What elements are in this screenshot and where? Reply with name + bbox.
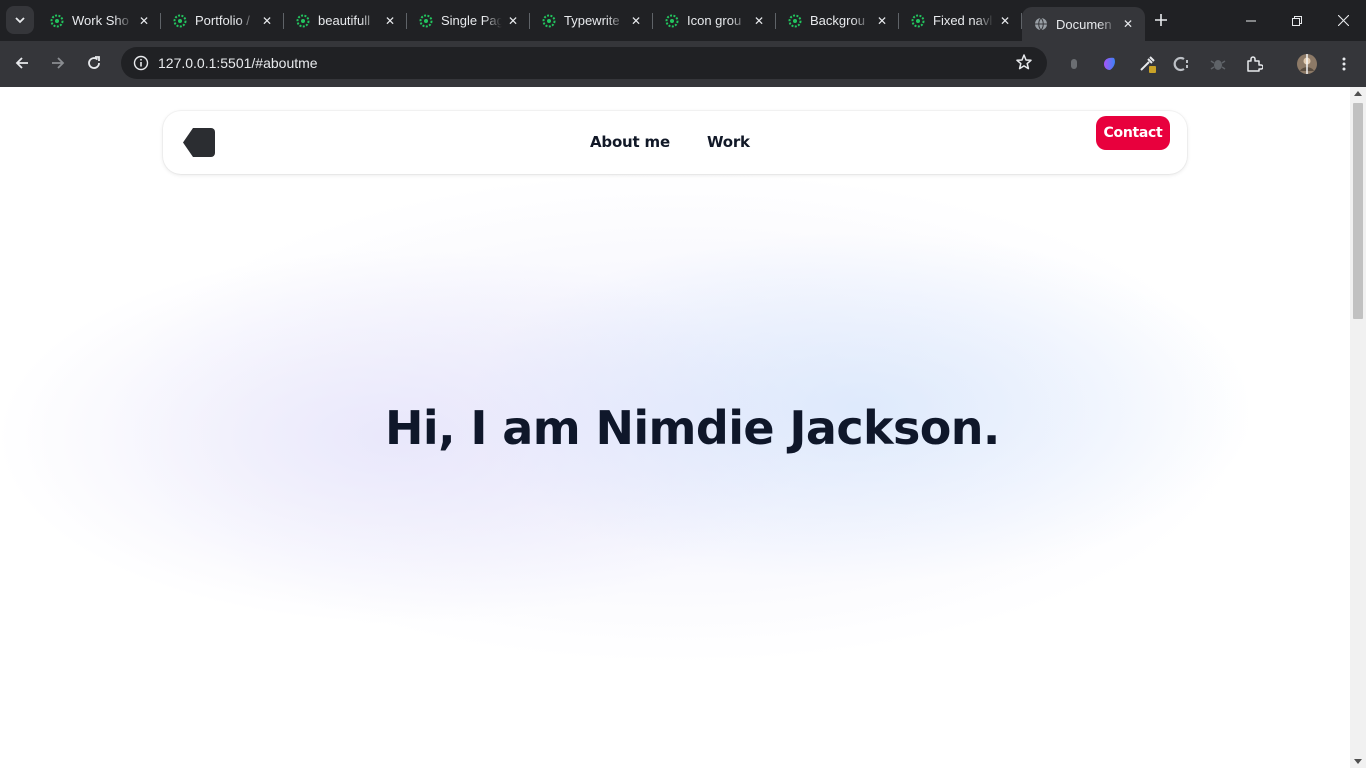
close-icon[interactable]: ✕ <box>625 10 647 32</box>
chevron-down-icon <box>15 17 25 24</box>
codepen-icon <box>665 14 679 28</box>
extension-eyedropper-icon[interactable] <box>1136 53 1158 75</box>
close-icon[interactable]: ✕ <box>133 10 155 32</box>
reload-icon <box>88 56 100 69</box>
tab-title: beautifull <box>318 13 371 28</box>
extensions-puzzle-icon[interactable] <box>1243 53 1265 75</box>
codepen-icon <box>788 14 802 28</box>
minimize-button[interactable] <box>1228 0 1274 41</box>
extension-gradient-icon[interactable] <box>1099 53 1121 75</box>
page-scrollbar[interactable] <box>1350 87 1366 768</box>
close-icon[interactable]: ✕ <box>502 10 524 32</box>
codepen-icon <box>542 14 556 28</box>
tab-search-button[interactable] <box>6 6 34 34</box>
brand-logo-icon[interactable] <box>181 128 215 157</box>
close-icon <box>1337 15 1349 26</box>
extension-c-icon[interactable] <box>1171 53 1193 75</box>
globe-icon <box>1034 17 1048 31</box>
profile-avatar[interactable] <box>1296 53 1318 75</box>
forward-button[interactable] <box>43 48 73 78</box>
tab-title: Backgrou <box>810 13 865 28</box>
restore-button[interactable] <box>1274 0 1320 41</box>
back-button[interactable] <box>7 48 37 78</box>
codepen-icon <box>911 14 925 28</box>
browser-tab[interactable]: Typewrite ✕ <box>530 0 653 41</box>
close-icon[interactable]: ✕ <box>256 10 278 32</box>
arrow-left-icon <box>15 57 28 69</box>
hero-heading: Hi, I am Nimdie Jackson. <box>385 401 1000 455</box>
close-icon[interactable]: ✕ <box>994 10 1016 32</box>
scrollbar-thumb[interactable] <box>1353 103 1363 319</box>
tab-title: Fixed navl <box>933 13 993 28</box>
codepen-icon <box>173 14 187 28</box>
plus-icon <box>1155 14 1167 26</box>
browser-tab-active[interactable]: Documen ✕ <box>1022 7 1145 41</box>
browser-tab[interactable]: Icon grou ✕ <box>653 0 776 41</box>
close-icon[interactable]: ✕ <box>748 10 770 32</box>
address-bar[interactable]: 127.0.0.1:5501/#aboutme <box>121 47 1047 79</box>
browser-tab[interactable]: Fixed navl ✕ <box>899 0 1022 41</box>
url-text: 127.0.0.1:5501/#aboutme <box>158 55 318 71</box>
codepen-icon <box>296 14 310 28</box>
site-info-icon[interactable] <box>125 55 157 71</box>
tab-title: Icon grou <box>687 13 742 28</box>
nav-links: About me Work <box>590 133 750 151</box>
browser-menu-icon[interactable] <box>1333 53 1355 75</box>
site-navbar: About me Work Contact <box>163 111 1187 174</box>
browser-tab[interactable]: Backgrou ✕ <box>776 0 899 41</box>
codepen-icon <box>419 14 433 28</box>
browser-tab[interactable]: Portfolio / ✕ <box>161 0 284 41</box>
bookmark-star-icon[interactable] <box>1015 53 1033 76</box>
restore-icon <box>1292 15 1302 26</box>
nav-link-work[interactable]: Work <box>707 133 750 151</box>
extension-bug-icon[interactable] <box>1207 53 1229 75</box>
contact-button[interactable]: Contact <box>1096 116 1170 150</box>
browser-toolbar: 127.0.0.1:5501/#aboutme <box>0 41 1366 87</box>
codepen-icon <box>50 14 64 28</box>
tab-title: Single Pag <box>441 13 502 28</box>
close-icon[interactable]: ✕ <box>379 10 401 32</box>
tab-title: Work Sho <box>72 13 129 28</box>
tab-strip: Work Sho ✕ Portfolio / ✕ beautifull ✕ Si… <box>0 0 1366 41</box>
reload-button[interactable] <box>79 48 109 78</box>
extension-mouse-icon[interactable] <box>1063 53 1085 75</box>
close-icon[interactable]: ✕ <box>871 10 893 32</box>
page-viewport: About me Work Contact Hi, I am Nimdie Ja… <box>0 87 1350 768</box>
browser-tab[interactable]: Work Sho ✕ <box>38 0 161 41</box>
tab-title: Documen <box>1056 16 1112 32</box>
close-window-button[interactable] <box>1320 0 1366 41</box>
tab-title: Typewrite <box>564 13 620 28</box>
close-icon[interactable]: ✕ <box>1117 13 1139 35</box>
scroll-up-arrow-icon[interactable] <box>1354 91 1362 96</box>
minimize-icon <box>1246 20 1256 21</box>
browser-tab[interactable]: Single Pag ✕ <box>407 0 530 41</box>
tab-title: Portfolio / <box>195 13 250 28</box>
scroll-down-arrow-icon[interactable] <box>1354 759 1362 764</box>
browser-tab[interactable]: beautifull ✕ <box>284 0 407 41</box>
new-tab-button[interactable] <box>1149 8 1173 32</box>
arrow-right-icon <box>52 57 65 69</box>
nav-link-about-me[interactable]: About me <box>590 133 670 151</box>
